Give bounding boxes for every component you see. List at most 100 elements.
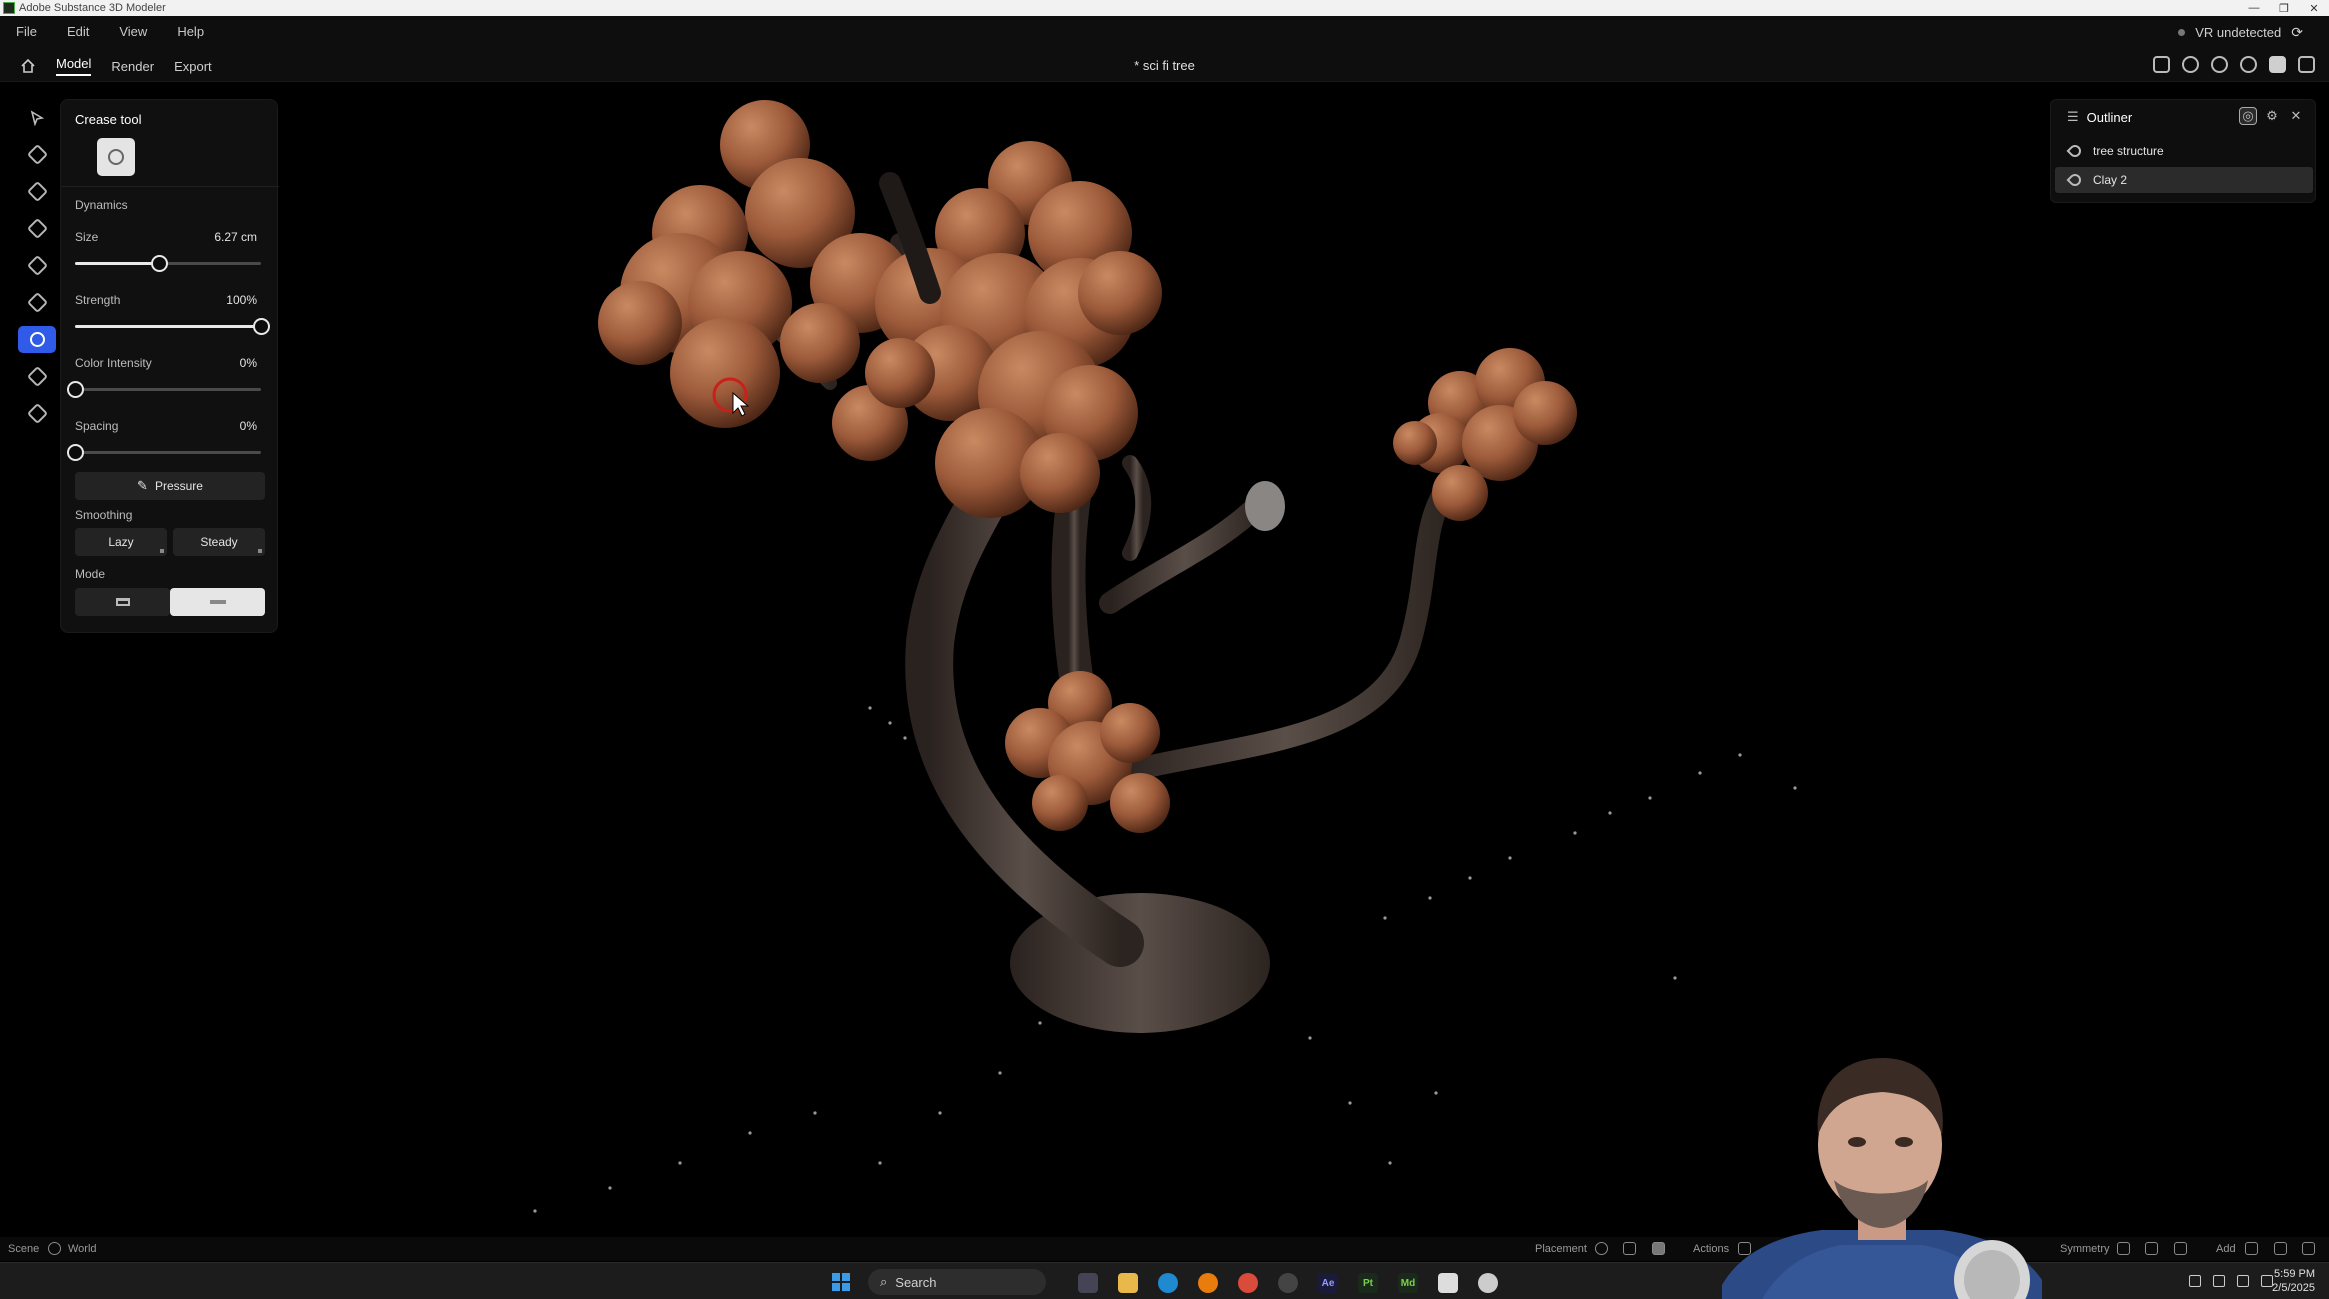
branch-tip [1245, 481, 1285, 531]
substance-modeler-icon[interactable]: Md [1398, 1273, 1418, 1293]
spacing-slider[interactable] [67, 444, 261, 461]
tool-strip [18, 104, 56, 427]
minimize-button[interactable]: — [2239, 2, 2269, 14]
task-view-icon[interactable] [1078, 1273, 1098, 1293]
tool-erase[interactable] [18, 178, 56, 205]
edge-icon[interactable] [1158, 1273, 1178, 1293]
panel-layout-icon[interactable] [2269, 56, 2286, 73]
vr-status-dot-icon [2178, 29, 2186, 36]
unity-icon[interactable] [1438, 1273, 1458, 1293]
window-title: Adobe Substance 3D Modeler [19, 2, 166, 14]
settings-icon[interactable]: ⚙ [2263, 107, 2281, 125]
menu-view[interactable]: View [119, 24, 147, 39]
add-camera-icon[interactable] [2302, 1242, 2315, 1255]
material-icon[interactable] [2182, 56, 2199, 73]
strength-slider[interactable] [75, 318, 270, 335]
mode-heading: Mode [75, 567, 106, 581]
color-intensity-slider[interactable] [67, 381, 261, 398]
outliner-item-selected[interactable]: Clay 2 [2055, 167, 2313, 193]
windows-start-icon[interactable] [832, 1273, 850, 1291]
crease-icon [29, 332, 45, 347]
outliner-item-label: tree structure [2093, 144, 2164, 158]
webcam-overlay [1722, 1058, 2042, 1299]
clock-date: 2/5/2025 [2272, 1282, 2315, 1294]
menu-file[interactable]: File [16, 24, 37, 39]
symmetry-z-icon[interactable] [2174, 1242, 2187, 1255]
size-slider-handle[interactable] [150, 255, 168, 272]
app-logo-icon [3, 2, 15, 14]
vr-status: VR undetected ⟳ [2178, 24, 2303, 41]
world-dropdown[interactable]: World [68, 1243, 97, 1255]
tool-paint[interactable] [18, 400, 56, 427]
symmetry-label: Symmetry [2060, 1243, 2110, 1255]
mode-add-button[interactable] [75, 588, 170, 616]
strength-value[interactable]: 100% [226, 293, 257, 307]
menu-help[interactable]: Help [177, 24, 204, 39]
after-effects-icon[interactable]: Ae [1318, 1273, 1338, 1293]
network-icon[interactable] [2237, 1275, 2249, 1287]
select-icon [30, 109, 45, 126]
app-icon[interactable] [1278, 1273, 1298, 1293]
chrome-icon[interactable] [1238, 1273, 1258, 1293]
tool-brush[interactable] [18, 141, 56, 168]
outliner-title: Outliner [2086, 109, 2133, 125]
outliner-actions: ◎ ⚙ ✕ [2239, 107, 2305, 125]
brush-preset-button[interactable] [97, 138, 135, 176]
spacing-slider-handle[interactable] [67, 444, 84, 461]
add-primitive-icon[interactable] [2274, 1242, 2287, 1255]
pressure-button[interactable]: ✎ Pressure [75, 472, 265, 500]
substance-painter-icon[interactable]: Pt [1358, 1273, 1378, 1293]
maximize-button[interactable]: ❐ [2269, 2, 2299, 15]
sync-icon[interactable]: ⟳ [2291, 24, 2303, 41]
clay-foliage [598, 100, 1577, 833]
steady-label: Steady [200, 535, 238, 549]
file-explorer-icon[interactable] [1118, 1273, 1138, 1293]
steam-icon[interactable] [1478, 1273, 1498, 1293]
pen-pressure-icon: ✎ [137, 478, 148, 493]
clock-time: 5:59 PM [2274, 1268, 2315, 1280]
scene-label: Scene [8, 1243, 40, 1255]
size-slider[interactable] [75, 255, 261, 272]
lazy-button[interactable]: Lazy [75, 528, 167, 556]
pivot-icon[interactable] [1623, 1242, 1636, 1255]
tool-smooth[interactable] [18, 215, 56, 242]
tool-flatten[interactable] [18, 363, 56, 390]
tool-select[interactable] [18, 104, 56, 131]
outliner-item[interactable]: tree structure [2055, 138, 2313, 164]
focus-icon[interactable]: ◎ [2239, 107, 2257, 125]
snap-icon[interactable] [1595, 1242, 1608, 1255]
tool-inflate[interactable] [18, 252, 56, 279]
menu-edit[interactable]: Edit [67, 24, 89, 39]
placement-mode-icon[interactable] [1652, 1242, 1665, 1255]
color-intensity-value[interactable]: 0% [240, 356, 257, 370]
add-clay-icon[interactable] [2245, 1242, 2258, 1255]
spacing-value[interactable]: 0% [240, 419, 257, 433]
mode-subtract-button[interactable] [170, 588, 265, 616]
steady-button[interactable]: Steady [173, 528, 265, 556]
close-window-button[interactable]: ✕ [2299, 2, 2329, 15]
expand-corner-icon [160, 549, 164, 553]
cube-view-icon[interactable] [2153, 56, 2170, 73]
strength-slider-handle[interactable] [253, 318, 270, 335]
placement-label: Placement [1535, 1243, 1587, 1255]
tool-move[interactable] [18, 289, 56, 316]
tray-chevron-icon[interactable] [2189, 1275, 2201, 1287]
close-icon[interactable]: ✕ [2287, 107, 2305, 125]
taskbar-clock[interactable]: 5:59 PM 2/5/2025 [2272, 1267, 2315, 1295]
inflate-icon [26, 254, 48, 277]
microphone-icon[interactable] [2213, 1275, 2225, 1287]
system-tray [2189, 1275, 2273, 1287]
move-icon [26, 291, 48, 314]
symmetry-x-icon[interactable] [2117, 1242, 2130, 1255]
blender-icon[interactable] [1198, 1273, 1218, 1293]
smoothing-heading: Smoothing [75, 508, 133, 522]
tool-crease[interactable] [18, 326, 56, 353]
camera-icon[interactable] [2298, 56, 2315, 73]
lighting-icon[interactable] [2240, 56, 2257, 73]
size-value[interactable]: 6.27 cm [214, 230, 257, 244]
taskbar-search[interactable]: ⌕ Search [868, 1269, 1046, 1295]
environment-icon[interactable] [2211, 56, 2228, 73]
symmetry-y-icon[interactable] [2145, 1242, 2158, 1255]
vr-status-label: VR undetected [2195, 25, 2282, 40]
color-intensity-slider-handle[interactable] [67, 381, 84, 398]
